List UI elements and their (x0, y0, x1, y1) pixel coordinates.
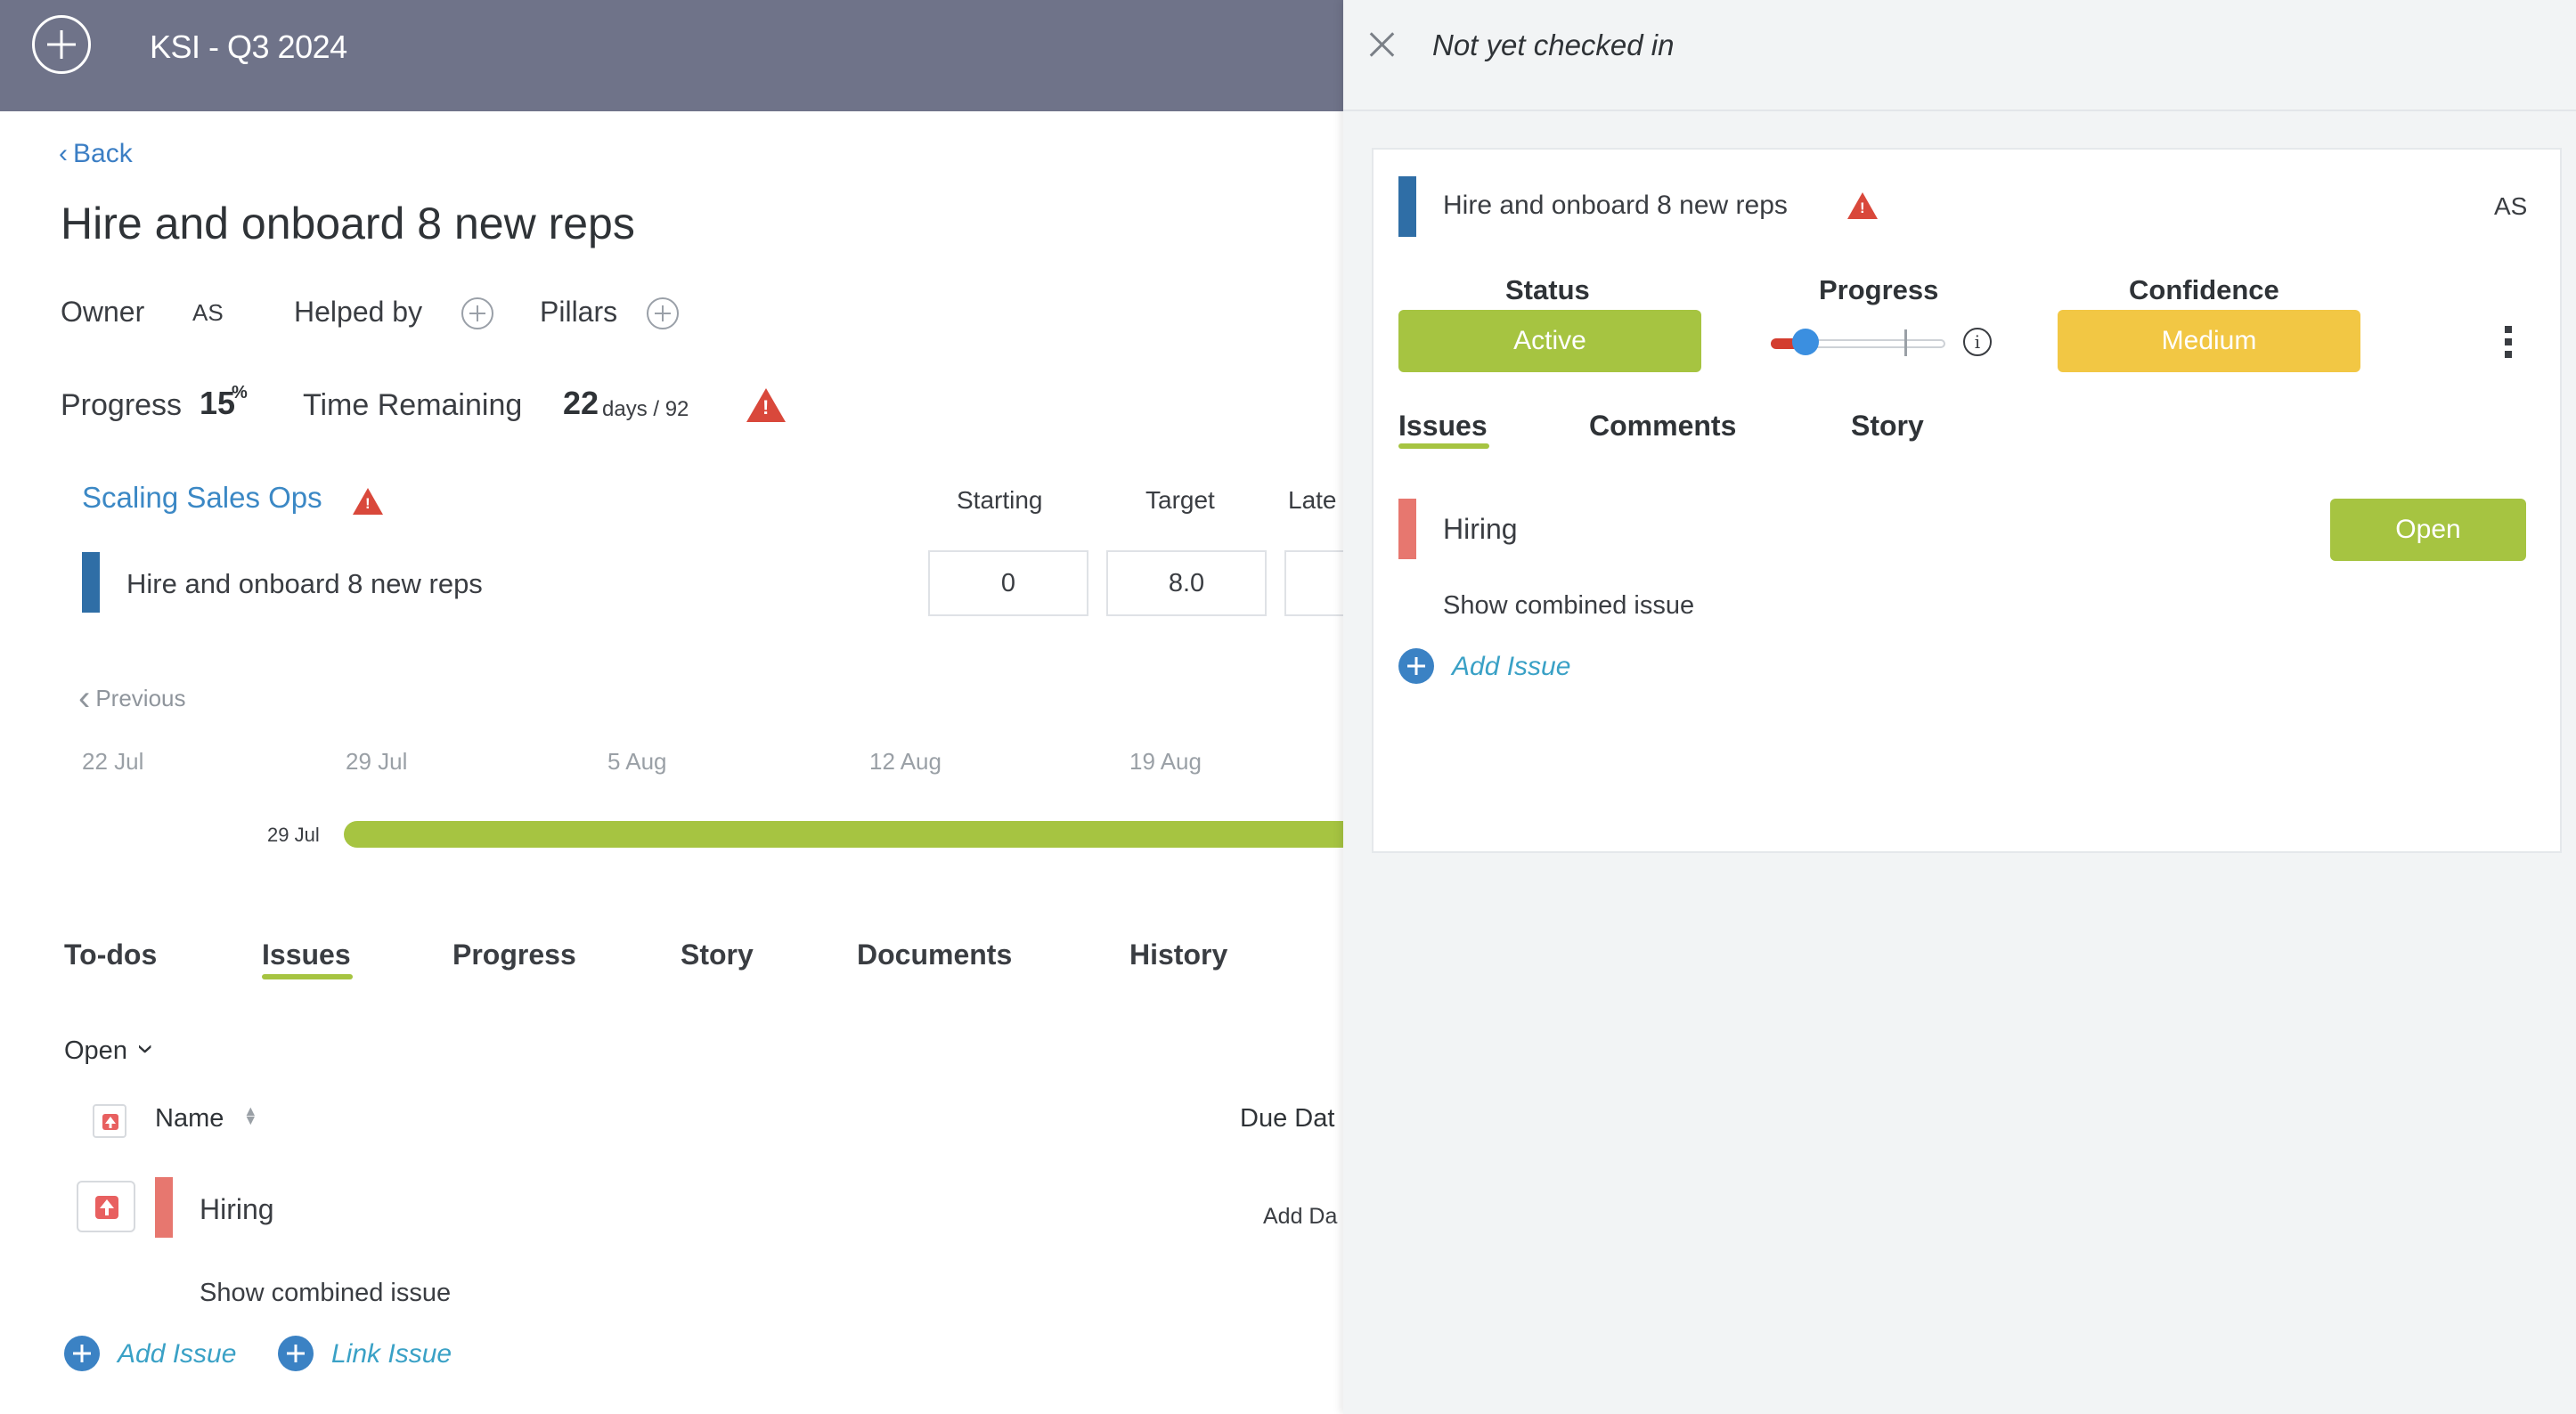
add-helper-icon[interactable] (461, 297, 493, 329)
target-value-field[interactable]: 8.0 (1106, 550, 1267, 616)
show-combined-issue[interactable]: Show combined issue (200, 1279, 451, 1308)
back-label: Back (73, 139, 133, 168)
key-result-color-bar (82, 552, 100, 613)
panel-tab-issues[interactable]: Issues (1398, 410, 1488, 443)
filter-label: Open (64, 1036, 127, 1065)
tab-issues[interactable]: Issues (262, 939, 351, 971)
name-column-header[interactable]: Name ▲ ▼ (155, 1104, 257, 1134)
panel-issue-name[interactable]: Hiring (1443, 513, 1518, 546)
card-owner-avatar[interactable]: AS (2494, 192, 2527, 221)
confidence-label: Confidence (2129, 274, 2279, 305)
timeline-date: 22 Jul (82, 748, 144, 775)
progress-label-panel: Progress (1819, 274, 1939, 305)
chevron-left-icon: ‹ (78, 679, 91, 718)
panel-issue-color-bar (1398, 499, 1416, 559)
time-remaining-total: days / 92 (602, 397, 689, 421)
previous-label: Previous (95, 685, 186, 711)
tab-story[interactable]: Story (681, 939, 754, 971)
timeline-date: 12 Aug (869, 748, 942, 775)
card-title: Hire and onboard 8 new reps (1443, 191, 1788, 220)
add-icon[interactable] (32, 15, 91, 74)
starting-value-field[interactable]: 0 (928, 550, 1088, 616)
close-icon[interactable] (1365, 27, 1400, 62)
sort-icon: ▲ ▼ (243, 1104, 258, 1128)
owner-avatar[interactable]: AS (192, 299, 224, 327)
add-issue-icon[interactable] (64, 1336, 100, 1371)
key-result-name[interactable]: Hire and onboard 8 new reps (126, 568, 483, 600)
timeline-bar[interactable] (344, 821, 1345, 848)
tab-todos[interactable]: To-dos (64, 939, 157, 971)
tab-documents[interactable]: Documents (857, 939, 1012, 971)
card-color-bar (1398, 176, 1416, 237)
progress-unit: % (232, 383, 248, 402)
tab-issues-underline (262, 974, 353, 979)
issue-color-bar (155, 1177, 173, 1238)
due-date-column-header[interactable]: Due Dat (1240, 1104, 1334, 1134)
time-remaining-value: 22 (563, 385, 599, 421)
panel-add-issue-link[interactable]: Add Issue (1452, 652, 1570, 682)
col-late: Late (1288, 486, 1337, 514)
pillar-warning-icon: ! (353, 488, 383, 515)
chevron-down-icon: › (129, 1044, 164, 1054)
progress-slider-marker (1904, 329, 1907, 356)
timeline-start-label: 29 Jul (267, 824, 320, 846)
issue-priority-icon[interactable] (77, 1181, 135, 1232)
panel-add-issue-icon[interactable] (1398, 648, 1434, 684)
progress-value: 15 (200, 385, 236, 421)
add-date-link[interactable]: Add Da (1263, 1204, 1337, 1230)
kebab-menu-icon[interactable] (2505, 326, 2512, 358)
confidence-select[interactable]: Medium (2058, 310, 2360, 372)
add-issue-link[interactable]: Add Issue (118, 1339, 236, 1369)
info-icon[interactable]: i (1963, 328, 1992, 356)
col-starting: Starting (957, 486, 1043, 514)
tab-history[interactable]: History (1129, 939, 1227, 971)
link-issue-link[interactable]: Link Issue (331, 1339, 452, 1369)
app-title: KSI - Q3 2024 (150, 28, 347, 65)
progress-slider-handle[interactable] (1792, 329, 1819, 355)
panel-tab-issues-underline (1398, 443, 1489, 449)
pillars-label: Pillars (540, 296, 618, 328)
col-target: Target (1145, 486, 1215, 514)
owner-label: Owner (61, 296, 145, 328)
card-warning-icon: ! (1847, 192, 1878, 219)
name-header-label: Name (155, 1104, 224, 1133)
add-pillar-icon[interactable] (647, 297, 679, 329)
timeline-date: 29 Jul (346, 748, 408, 775)
panel-show-combined-issue[interactable]: Show combined issue (1443, 591, 1694, 621)
time-remaining-label: Time Remaining (303, 388, 523, 422)
tab-progress[interactable]: Progress (452, 939, 576, 971)
helped-by-label: Helped by (294, 296, 423, 328)
previous-button[interactable]: ‹ Previous (78, 679, 185, 719)
timeline-date: 5 Aug (607, 748, 667, 775)
timeline-date: 19 Aug (1129, 748, 1202, 775)
page-title: Hire and onboard 8 new reps (61, 199, 635, 248)
panel-tab-story[interactable]: Story (1851, 410, 1924, 443)
warning-icon: ! (746, 388, 786, 422)
select-all-issues-icon[interactable] (93, 1104, 126, 1138)
status-select[interactable]: Active (1398, 310, 1701, 372)
chevron-left-icon: ‹ (59, 139, 68, 168)
back-link[interactable]: ‹ Back (59, 139, 133, 169)
status-label: Status (1505, 274, 1590, 305)
pillar-link[interactable]: Scaling Sales Ops (82, 481, 322, 515)
panel-tab-comments[interactable]: Comments (1589, 410, 1736, 443)
issue-name[interactable]: Hiring (200, 1193, 274, 1226)
progress-label: Progress (61, 388, 183, 422)
issue-filter-dropdown[interactable]: Open › (64, 1036, 164, 1066)
panel-title: Not yet checked in (1432, 28, 1675, 61)
issue-status-button[interactable]: Open (2330, 499, 2526, 561)
link-issue-icon[interactable] (278, 1336, 314, 1371)
